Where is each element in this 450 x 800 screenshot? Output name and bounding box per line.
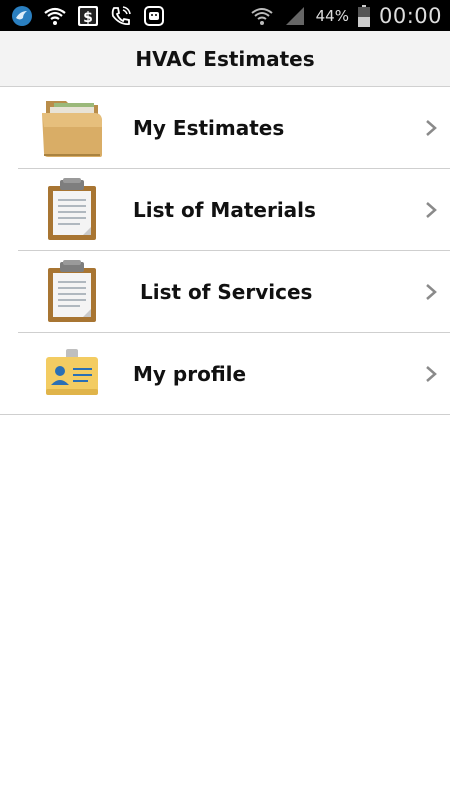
clipboard-icon xyxy=(22,175,122,245)
chevron-right-icon xyxy=(424,282,438,302)
menu-item-list-of-services[interactable]: List of Services xyxy=(18,251,450,333)
status-bar-left: $ xyxy=(10,4,166,28)
phone-wifi-icon xyxy=(109,4,133,28)
wifi-icon xyxy=(250,4,274,28)
wifi-question-icon xyxy=(43,4,67,28)
chevron-right-icon xyxy=(424,200,438,220)
folder-icon xyxy=(22,93,122,163)
page-title: HVAC Estimates xyxy=(135,46,315,71)
status-bar-right: 44% 00:00 xyxy=(250,4,442,28)
menu-item-my-estimates[interactable]: My Estimates xyxy=(18,87,450,169)
dollar-app-icon: $ xyxy=(76,4,100,28)
battery-percent: 44% xyxy=(315,6,349,25)
main-menu-list: My Estimates List of Materials List of S… xyxy=(0,87,450,415)
menu-item-list-of-materials[interactable]: List of Materials xyxy=(18,169,450,251)
app-bird-icon xyxy=(10,4,34,28)
clock-time: 00:00 xyxy=(378,3,442,28)
signal-icon xyxy=(283,4,307,28)
id-card-icon xyxy=(22,339,122,409)
android-app-icon xyxy=(142,4,166,28)
battery-icon xyxy=(357,4,370,28)
menu-item-label: List of Materials xyxy=(133,197,316,222)
svg-text:$: $ xyxy=(83,10,93,26)
chevron-right-icon xyxy=(424,118,438,138)
menu-item-my-profile[interactable]: My profile xyxy=(0,333,450,415)
title-bar: HVAC Estimates xyxy=(0,31,450,87)
status-bar: $ 44% 00:00 xyxy=(0,0,450,31)
menu-item-label: My Estimates xyxy=(133,115,285,140)
chevron-right-icon xyxy=(424,364,438,384)
clipboard-icon xyxy=(22,257,122,327)
menu-item-label: My profile xyxy=(133,361,247,386)
menu-item-label: List of Services xyxy=(133,279,313,304)
